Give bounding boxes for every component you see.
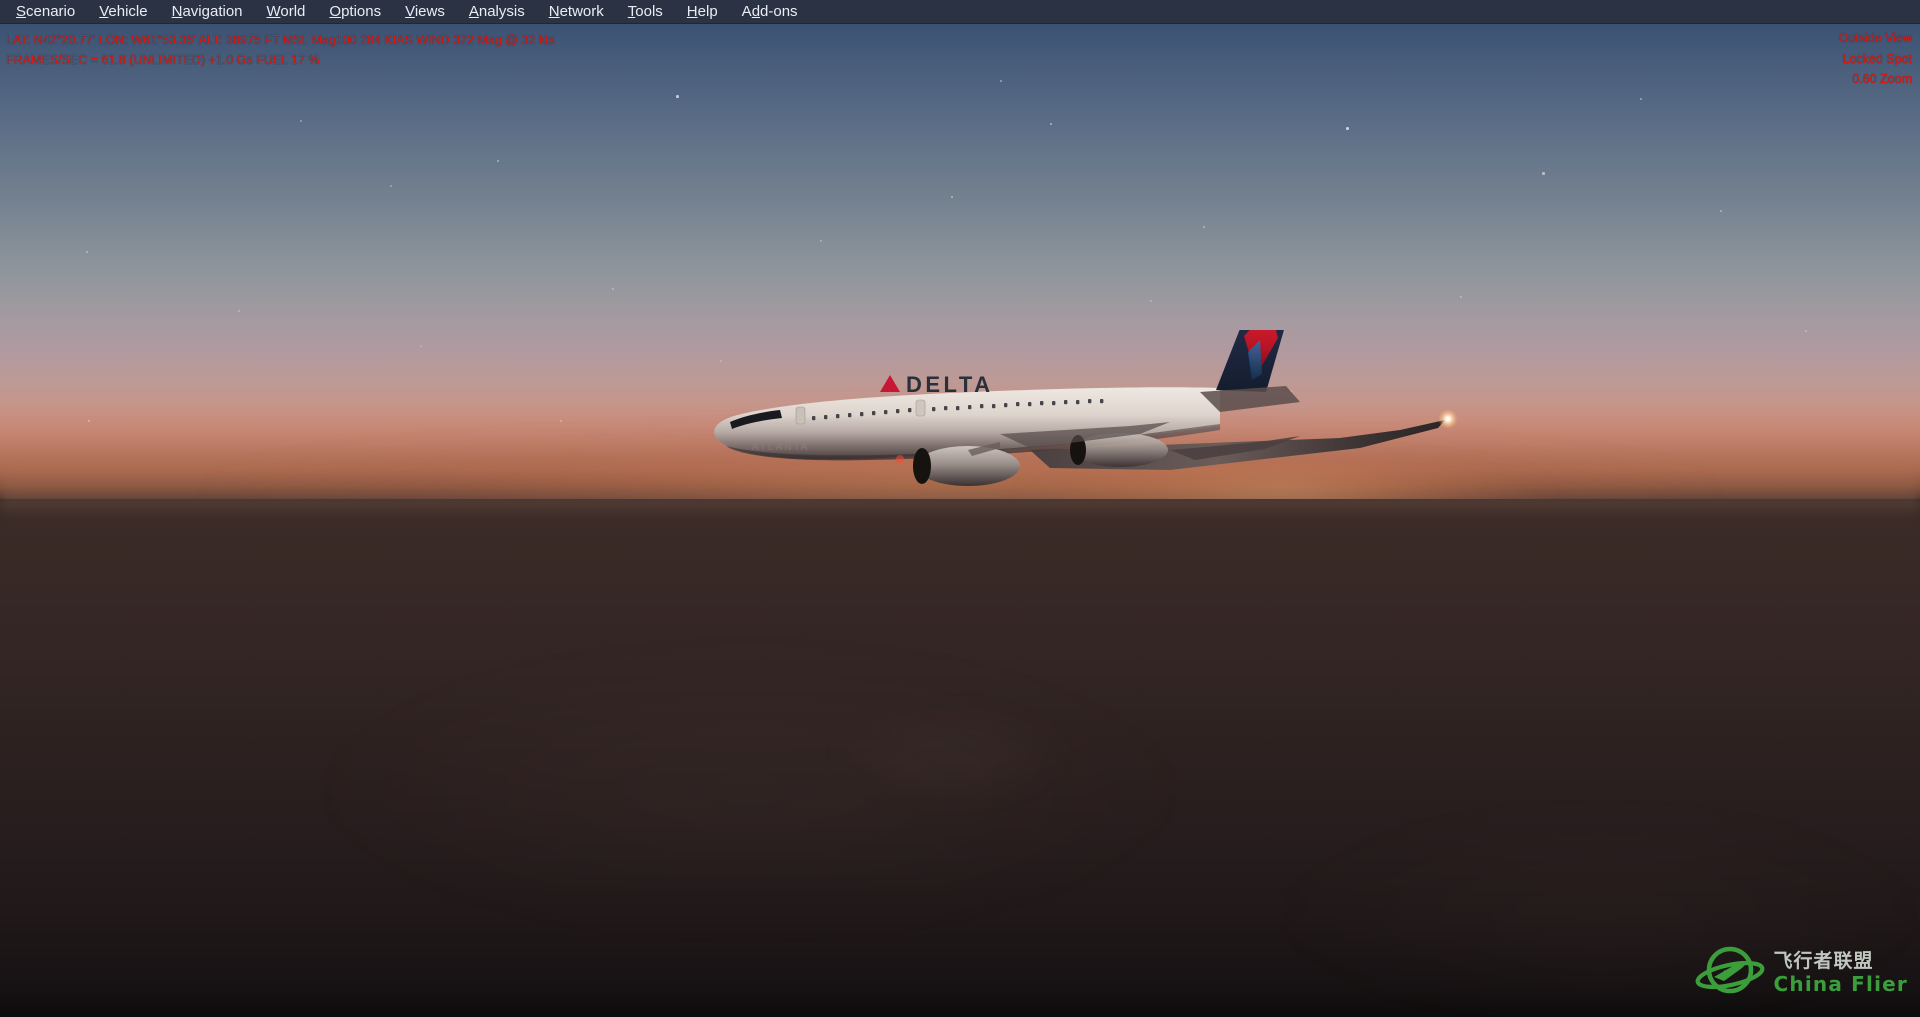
star (1203, 226, 1205, 228)
menu-help[interactable]: Help (675, 0, 730, 23)
star (820, 240, 822, 242)
terrain-highlight-center (820, 700, 1080, 810)
star (676, 95, 679, 98)
menu-analysis[interactable]: Analysis (457, 0, 537, 23)
menu-options[interactable]: Options (317, 0, 393, 23)
star (1346, 127, 1349, 130)
menu-views[interactable]: Views (393, 0, 457, 23)
star (238, 310, 240, 312)
flight-simulator-window: DELTA ATLANTA Scenario Vehicle Navigatio… (0, 0, 1920, 1017)
watermark-text: 飞行者联盟 China Flier (1773, 950, 1908, 996)
menu-bar[interactable]: Scenario Vehicle Navigation World Options Vie… (0, 0, 1920, 24)
menu-navigation[interactable]: Navigation (160, 0, 255, 23)
star (612, 288, 614, 290)
hub-titles: ATLANTA (752, 442, 810, 453)
star (420, 345, 422, 347)
watermark-english: China Flier (1773, 972, 1908, 996)
menu-world[interactable]: World (255, 0, 318, 23)
delta-titles: DELTA (880, 372, 994, 397)
menu-addons[interactable]: Add-ons (730, 0, 810, 23)
menu-network[interactable]: Network (537, 0, 616, 23)
aircraft-boeing-777-delta: DELTA ATLANTA (700, 288, 1480, 520)
planet-plane-logo-icon (1694, 937, 1766, 1009)
menu-tools[interactable]: Tools (616, 0, 675, 23)
star (1805, 330, 1807, 332)
mid-door (915, 399, 926, 417)
watermark-chinese: 飞行者联盟 (1773, 950, 1874, 972)
star (390, 185, 392, 187)
star (300, 120, 302, 122)
svg-text:DELTA: DELTA (906, 372, 994, 397)
star (1150, 300, 1152, 302)
menu-scenario[interactable]: Scenario (4, 0, 87, 23)
forward-door (795, 406, 806, 425)
menu-vehicle[interactable]: Vehicle (87, 0, 159, 23)
china-flier-watermark: 飞行者联盟 China Flier (1694, 937, 1908, 1009)
belly-beacon (896, 455, 904, 463)
star (1542, 172, 1545, 175)
